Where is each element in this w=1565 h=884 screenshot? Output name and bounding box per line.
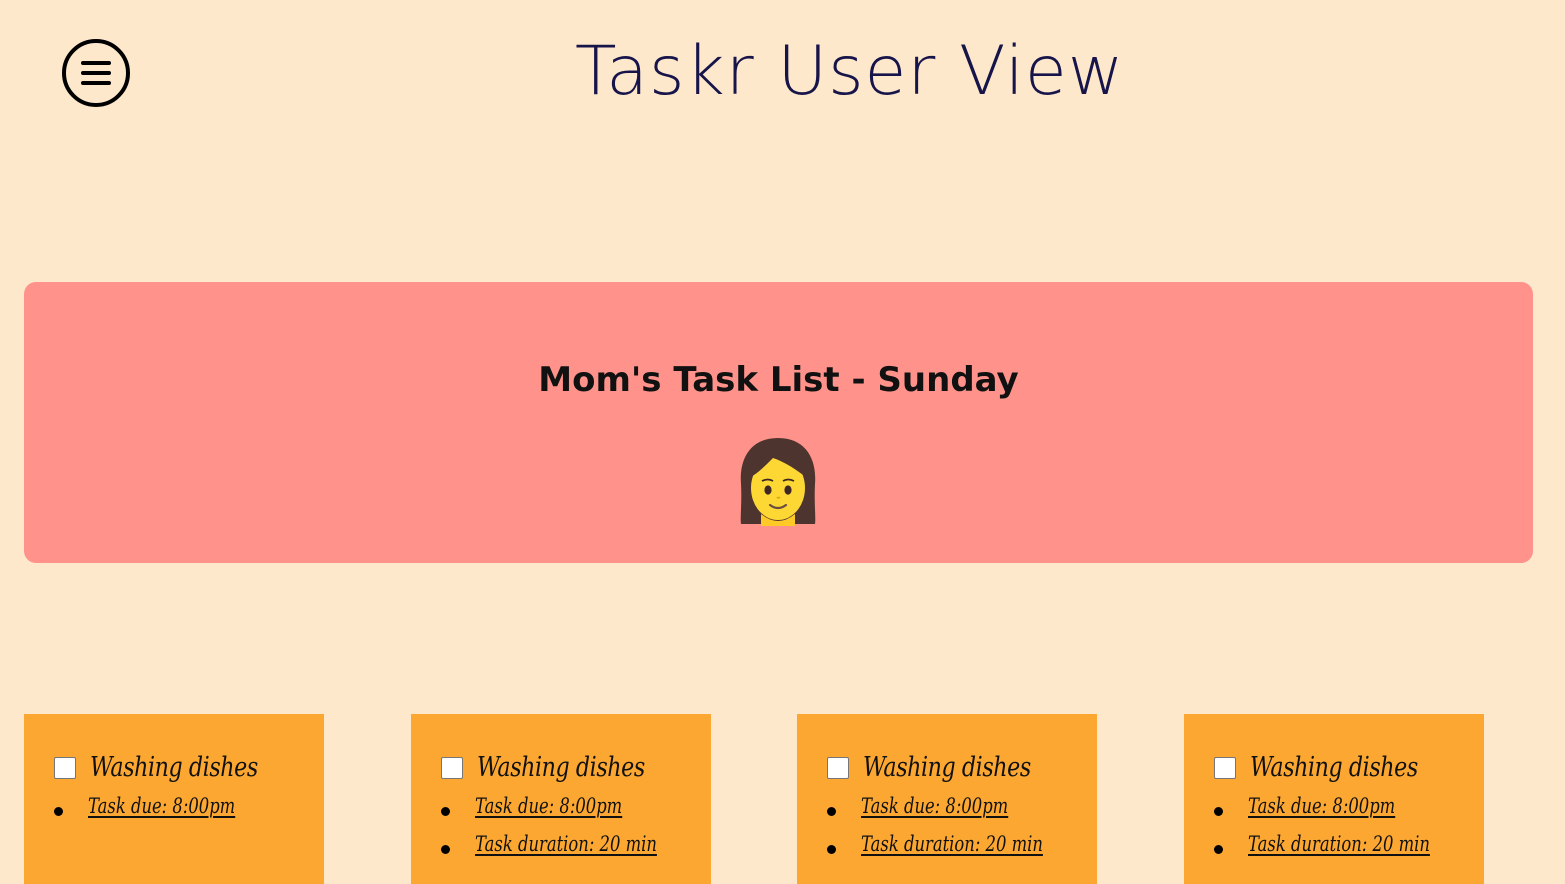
task-details-list: Task due: 8:00pm Task duration: 20 min [827, 794, 1094, 870]
task-duration-link[interactable]: Task duration: 20 min [475, 832, 657, 856]
bullet-icon [54, 807, 63, 816]
task-card: Washing dishes Task due: 8:00pm Task durat… [1184, 714, 1484, 884]
bullet-icon [1214, 845, 1223, 854]
page-title: Taskr User View [575, 32, 1125, 111]
bullet-icon [1214, 807, 1223, 816]
task-detail-item: Task due: 8:00pm [441, 794, 708, 832]
task-due-link[interactable]: Task due: 8:00pm [861, 794, 1008, 818]
task-detail-item: Task due: 8:00pm [54, 794, 277, 832]
task-checkbox[interactable] [1214, 756, 1236, 779]
bullet-icon [441, 845, 450, 854]
task-details-list: Task due: 8:00pm Task duration: 20 min [441, 794, 708, 870]
task-name: Washing dishes [477, 752, 645, 783]
task-details-list: Task due: 8:00pm [54, 794, 277, 832]
task-name: Washing dishes [1250, 752, 1418, 783]
menu-button[interactable] [62, 39, 130, 107]
task-name: Washing dishes [863, 752, 1031, 783]
task-detail-item: Task duration: 20 min [441, 832, 708, 870]
task-card: Washing dishes Task due: 8:00pm Task durat… [411, 714, 711, 884]
task-checkbox[interactable] [441, 756, 463, 779]
woman-avatar-icon [740, 438, 816, 526]
task-detail-item: Task due: 8:00pm [827, 794, 1094, 832]
task-list-title: Mom's Task List - Sunday [538, 360, 1019, 400]
task-due-link[interactable]: Task due: 8:00pm [88, 794, 235, 818]
task-detail-item: Task duration: 20 min [827, 832, 1094, 870]
task-duration-link[interactable]: Task duration: 20 min [861, 832, 1043, 856]
task-card-header: Washing dishes [1214, 752, 1455, 783]
task-duration-link[interactable]: Task duration: 20 min [1248, 832, 1430, 856]
bullet-icon [827, 807, 836, 816]
task-name: Washing dishes [90, 752, 258, 783]
task-card: Washing dishes Task due: 8:00pm [24, 714, 324, 884]
task-card-header: Washing dishes [441, 752, 682, 783]
task-card-header: Washing dishes [54, 752, 295, 783]
task-checkbox[interactable] [827, 756, 849, 779]
task-card-header: Washing dishes [827, 752, 1068, 783]
task-due-link[interactable]: Task due: 8:00pm [475, 794, 622, 818]
task-card: Washing dishes Task due: 8:00pm Task durat… [797, 714, 1097, 884]
bullet-icon [441, 807, 450, 816]
hamburger-menu-icon [81, 61, 111, 85]
task-due-link[interactable]: Task due: 8:00pm [1248, 794, 1395, 818]
task-detail-item: Task due: 8:00pm [1214, 794, 1481, 832]
task-details-list: Task due: 8:00pm Task duration: 20 min [1214, 794, 1481, 870]
task-detail-item: Task duration: 20 min [1214, 832, 1481, 870]
bullet-icon [827, 845, 836, 854]
task-checkbox[interactable] [54, 756, 76, 779]
page-header: Taskr User View [0, 0, 1565, 150]
